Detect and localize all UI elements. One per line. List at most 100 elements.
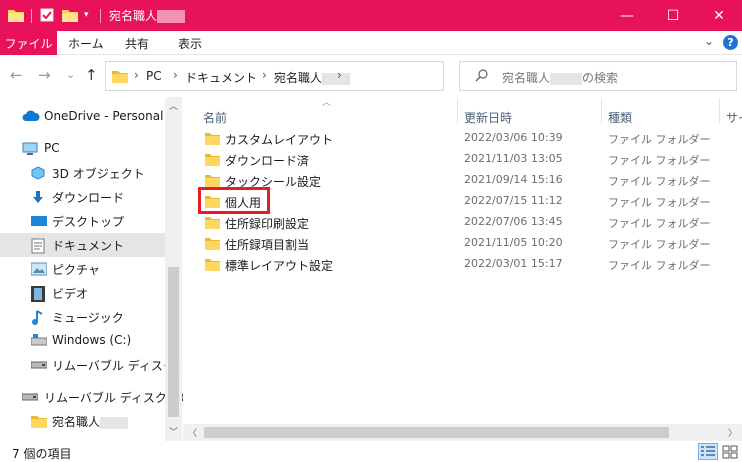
item-count: 7 個の項目 [12, 447, 72, 461]
minimize-button[interactable]: — [604, 0, 650, 31]
file-type: ファイル フォルダー [608, 154, 711, 167]
file-type: ファイル フォルダー [608, 133, 711, 146]
file-row[interactable]: 個人用 2022/07/15 11:12 ファイル フォルダー [199, 191, 729, 212]
file-row[interactable]: タックシール設定 2021/09/14 15:16 ファイル フォルダー [199, 170, 729, 191]
help-icon[interactable]: ? [723, 35, 738, 50]
sidebar-item-label: 3D オブジェクト [52, 167, 145, 181]
breadcrumb-text: 宛名職人 [274, 71, 323, 85]
file-modified: 2022/07/06 13:45 [464, 215, 563, 228]
redacted-name [550, 72, 583, 85]
close-button[interactable]: ✕ [696, 0, 742, 31]
video-icon [31, 286, 47, 302]
sidebar-item-pc[interactable]: PC [0, 137, 165, 161]
column-divider[interactable] [457, 98, 458, 124]
sidebar-item-removable-d[interactable]: リムーバブル ディスク (D:) [0, 353, 201, 377]
properties-icon[interactable] [40, 8, 54, 25]
folder-icon [205, 216, 220, 229]
sidebar-item-removable-d-root[interactable]: リムーバブル ディスク (D:) [0, 385, 193, 409]
address-bar[interactable]: › PC › ドキュメント › 宛名職人 › ⌄ ↻ [105, 61, 539, 91]
sort-ascending-icon: ︿ [322, 98, 332, 108]
sidebar-item-atenashokunin[interactable]: 宛名職人 [0, 409, 165, 433]
breadcrumb-pc[interactable]: PC [146, 69, 162, 83]
folder-icon [205, 153, 220, 166]
sidebar-item-label: デスクトップ [52, 215, 125, 229]
sidebar-item-label: ドキュメント [52, 239, 125, 253]
cube-icon [31, 166, 47, 180]
column-divider[interactable] [601, 98, 602, 124]
sidebar-item-videos[interactable]: ビデオ [0, 281, 165, 305]
up-icon[interactable]: ↑ [85, 66, 98, 84]
search-box[interactable]: 宛名職人 の検索 [459, 61, 737, 91]
expand-ribbon-icon[interactable]: ⌄ [704, 34, 714, 48]
tab-share[interactable]: 共有 [125, 31, 149, 55]
window-title-text: 宛名職人 [109, 9, 158, 23]
drive-icon [30, 334, 48, 348]
new-folder-icon[interactable] [62, 8, 78, 25]
column-header-modified[interactable]: 更新日時 [464, 109, 512, 126]
file-row[interactable]: カスタムレイアウト 2022/03/06 10:39 ファイル フォルダー [199, 128, 729, 149]
file-row[interactable]: 住所録項目割当 2021/11/05 10:20 ファイル フォルダー [199, 233, 729, 254]
folder-icon [31, 414, 47, 428]
sidebar-item-downloads[interactable]: ダウンロード [0, 185, 165, 209]
column-header-size[interactable]: サイ [726, 109, 742, 126]
sidebar-item-3d-objects[interactable]: 3D オブジェクト [0, 161, 165, 185]
breadcrumb-separator: › [262, 68, 267, 82]
documents-icon [31, 238, 47, 254]
cloud-icon [22, 110, 40, 124]
customize-toolbar-icon[interactable]: ▾ [84, 10, 89, 20]
sidebar-scrollbar[interactable]: ︿ ﹀ [165, 97, 182, 442]
sidebar-item-label: ダウンロード [52, 191, 125, 205]
minimize-icon: — [620, 7, 634, 24]
sidebar-scrollbar-thumb[interactable] [168, 267, 179, 417]
sidebar-item-onedrive[interactable]: OneDrive - Personal [0, 105, 165, 129]
column-header-type[interactable]: 種類 [608, 109, 632, 126]
file-row[interactable]: 標準レイアウト設定 2022/03/01 15:17 ファイル フォルダー [199, 254, 729, 275]
file-modified: 2022/03/01 15:17 [464, 257, 563, 270]
recent-locations-icon[interactable]: ⌄ [66, 68, 75, 81]
scroll-right-icon[interactable]: 〉 [728, 426, 737, 439]
sidebar-item-label: Windows (C:) [52, 333, 132, 347]
folder-icon [112, 69, 128, 86]
tab-view[interactable]: 表示 [178, 31, 202, 55]
file-row[interactable]: ダウンロード済 2021/11/03 13:05 ファイル フォルダー [199, 149, 729, 170]
tab-file[interactable]: ファイル [0, 31, 57, 55]
separator [100, 9, 101, 23]
file-type: ファイル フォルダー [608, 175, 711, 188]
details-view-button[interactable] [698, 443, 718, 460]
music-icon [31, 310, 47, 325]
usb-drive-icon [21, 390, 39, 404]
horizontal-scrollbar-thumb[interactable] [204, 427, 669, 438]
scroll-left-icon[interactable]: 〈 [188, 426, 197, 439]
title-bar: ▾ 宛名職人 — ☐ ✕ [0, 0, 742, 31]
window-title: 宛名職人 [109, 7, 186, 24]
sidebar-item-desktop[interactable]: デスクトップ [0, 209, 165, 233]
breadcrumb-documents[interactable]: ドキュメント [185, 69, 257, 86]
sidebar-item-music[interactable]: ミュージック [0, 305, 165, 329]
column-header-name[interactable]: 名前 [203, 109, 227, 126]
search-placeholder: 宛名職人 の検索 [502, 69, 618, 86]
column-divider[interactable] [719, 98, 720, 124]
horizontal-scrollbar[interactable]: 〈 〉 [183, 424, 742, 441]
tab-home[interactable]: ホーム [68, 31, 104, 55]
scroll-up-icon[interactable]: ︿ [169, 99, 178, 112]
file-row[interactable]: 住所録印刷設定 2022/07/06 13:45 ファイル フォルダー [199, 212, 729, 233]
highlight-box [198, 187, 270, 214]
folder-icon [205, 174, 220, 187]
file-modified: 2022/07/15 11:12 [464, 194, 563, 207]
status-bar: 7 個の項目 [0, 441, 742, 462]
sidebar-item-windows-c[interactable]: Windows (C:) [0, 329, 165, 353]
back-icon[interactable]: ← [10, 66, 23, 84]
close-icon: ✕ [713, 7, 725, 24]
desktop-icon [31, 214, 47, 228]
breadcrumb-separator: › [337, 68, 342, 82]
large-icons-view-button[interactable] [720, 443, 740, 460]
sidebar-item-text: 宛名職人 [52, 415, 101, 429]
file-list: ︿ 名前 更新日時 種類 サイ カスタムレイアウト 2022/03/06 10:… [183, 95, 742, 440]
scroll-down-icon[interactable]: ﹀ [169, 425, 178, 438]
sidebar-item-pictures[interactable]: ピクチャ [0, 257, 165, 281]
forward-icon[interactable]: → [38, 66, 51, 84]
maximize-button[interactable]: ☐ [650, 0, 696, 31]
sidebar-item-label: ミュージック [52, 311, 124, 325]
pc-icon [22, 142, 38, 156]
sidebar-item-documents[interactable]: ドキュメント [0, 233, 165, 257]
